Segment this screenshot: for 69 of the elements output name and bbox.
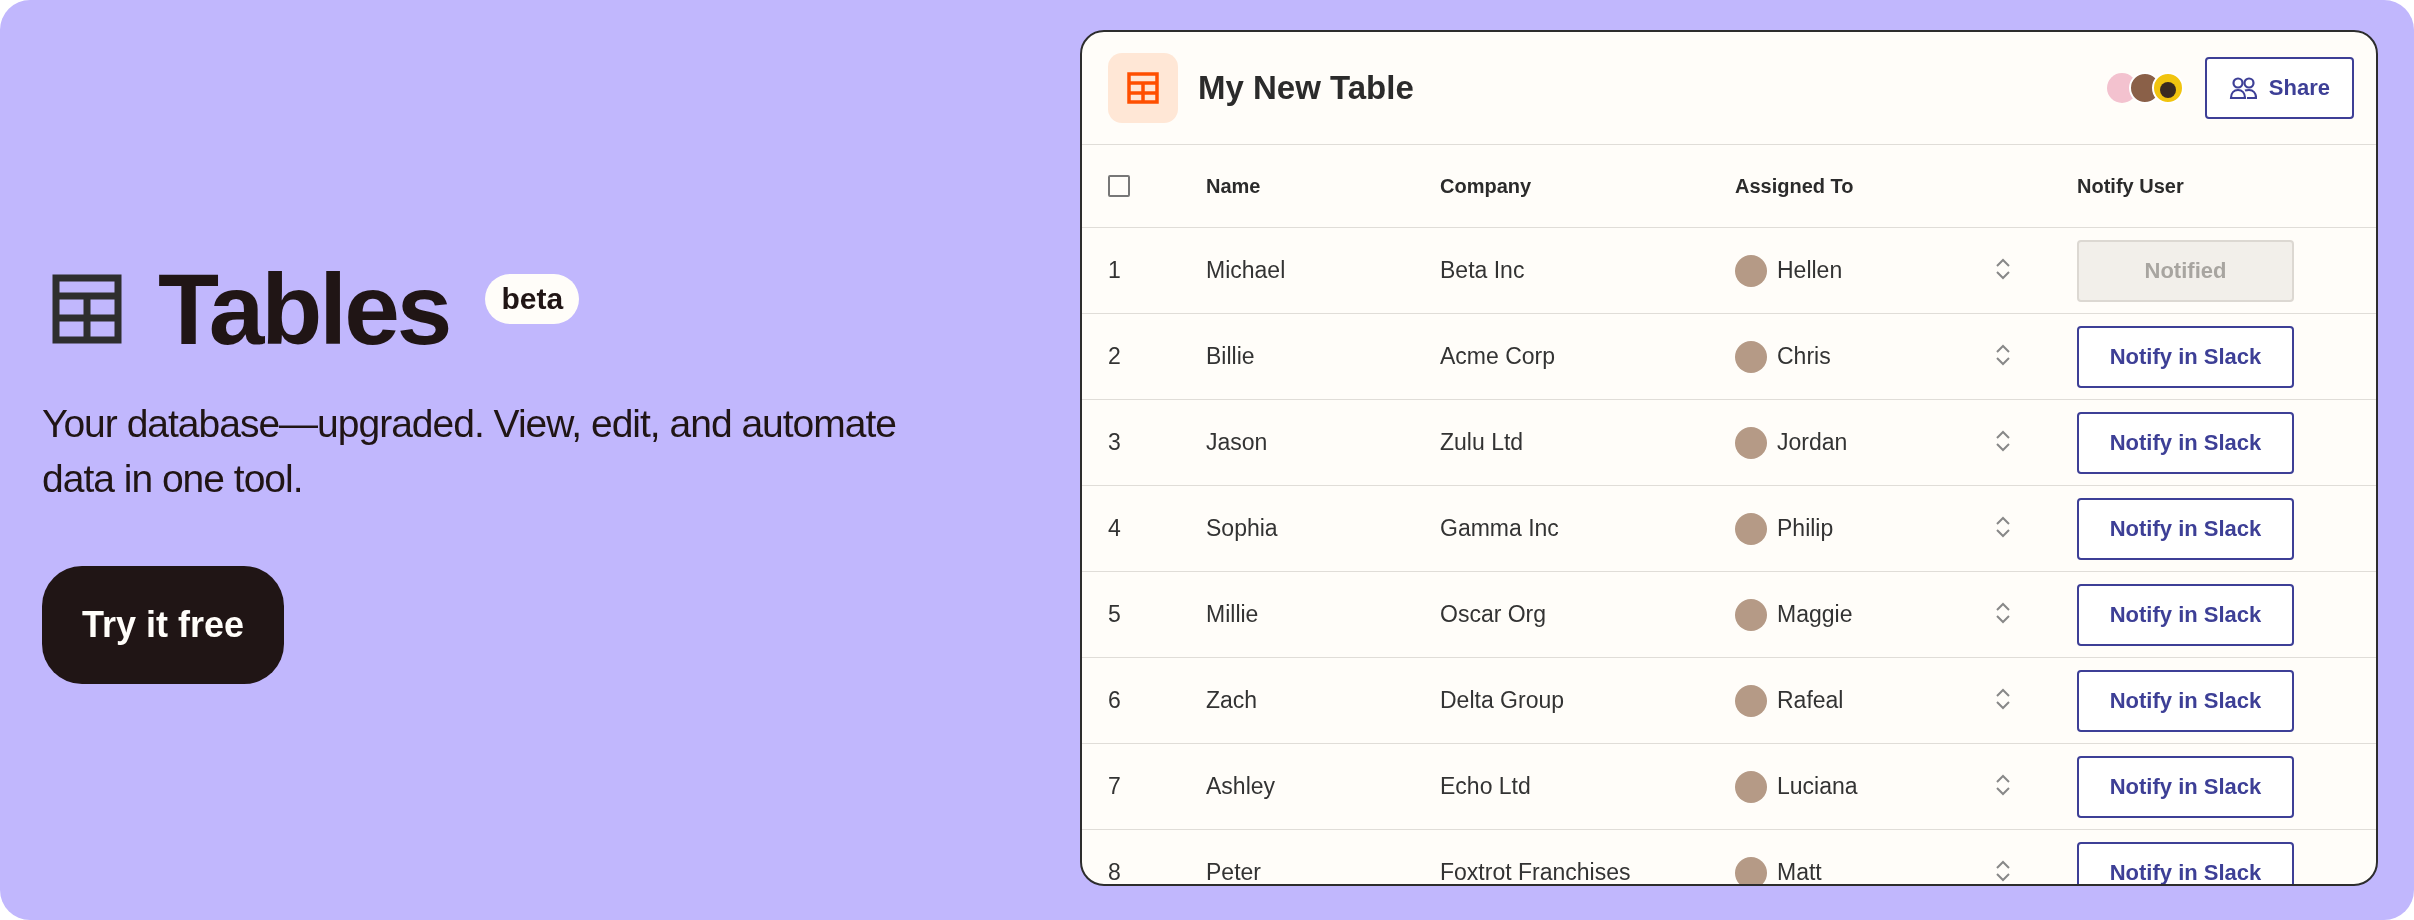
table-cell: Delta Group bbox=[1440, 687, 1564, 713]
table-cell: Beta Inc bbox=[1440, 257, 1525, 283]
table-cell: Matt bbox=[1777, 859, 1822, 884]
avatar-icon bbox=[1735, 770, 1767, 803]
beta-badge: beta bbox=[485, 273, 580, 324]
notify-button[interactable]: Notify in Slack bbox=[2077, 669, 2294, 732]
table-cell: Philip bbox=[1777, 515, 1834, 542]
row-number: 4 bbox=[1108, 515, 1121, 541]
notify-button[interactable]: Notify in Slack bbox=[2077, 583, 2294, 646]
sort-chevrons-icon[interactable] bbox=[1995, 686, 2011, 711]
column-header: Notify User bbox=[2077, 174, 2184, 197]
column-header: Assigned To bbox=[1735, 174, 1854, 198]
table-cell: Rafeal bbox=[1777, 687, 1844, 714]
avatar-icon bbox=[1735, 512, 1767, 545]
table-cell: Jordan bbox=[1777, 429, 1848, 456]
row-number: 6 bbox=[1108, 687, 1121, 713]
table-cell: Maggie bbox=[1777, 601, 1853, 628]
tagline: Your database—upgraded. View, edit, and automate data in one tool. bbox=[42, 400, 897, 502]
table-cell: Hellen bbox=[1777, 257, 1843, 284]
row-number: 2 bbox=[1108, 343, 1121, 369]
people-icon bbox=[2228, 76, 2257, 100]
row-number: 8 bbox=[1108, 859, 1121, 884]
table-cell: Zach bbox=[1206, 687, 1258, 713]
notify-button[interactable]: Notify in Slack bbox=[2077, 841, 2294, 884]
table-cell: Oscar Org bbox=[1440, 601, 1547, 627]
table-cell: Zulu Ltd bbox=[1440, 429, 1524, 455]
sort-chevrons-icon[interactable] bbox=[1995, 342, 2011, 367]
table-cell: Sophia bbox=[1206, 515, 1278, 541]
notify-button[interactable]: Notify in Slack bbox=[2077, 755, 2294, 818]
row-number: 5 bbox=[1108, 601, 1121, 627]
table-cell: Luciana bbox=[1777, 773, 1858, 800]
notify-button[interactable]: Notify in Slack bbox=[2077, 325, 2294, 388]
table-cell: Jason bbox=[1206, 429, 1268, 455]
table-cell: Millie bbox=[1206, 601, 1259, 627]
avatar-icon bbox=[1735, 598, 1767, 631]
table-icon bbox=[1108, 53, 1178, 123]
product-title: Tables bbox=[158, 251, 450, 367]
sort-chevrons-icon[interactable] bbox=[1995, 858, 2011, 883]
sort-chevrons-icon[interactable] bbox=[1995, 428, 2011, 453]
table-title: My New Table bbox=[1198, 69, 1414, 107]
row-number: 3 bbox=[1108, 429, 1121, 455]
sort-chevrons-icon[interactable] bbox=[1995, 772, 2011, 797]
table-icon bbox=[52, 274, 122, 345]
notify-button[interactable]: Notify in Slack bbox=[2077, 497, 2294, 560]
table-cell: Foxtrot Franchises bbox=[1440, 859, 1631, 884]
avatar-icon bbox=[1735, 254, 1767, 287]
table-cell: Michael bbox=[1206, 257, 1286, 283]
column-header: Name bbox=[1206, 174, 1261, 197]
column-header: Company bbox=[1440, 174, 1532, 197]
avatar-icon bbox=[1735, 426, 1767, 459]
table-cell: Chris bbox=[1777, 343, 1831, 370]
sort-chevrons-icon[interactable] bbox=[1995, 256, 2011, 281]
table-cell: Peter bbox=[1206, 859, 1261, 884]
select-all-checkbox[interactable] bbox=[1108, 175, 1130, 197]
table-cell: Gamma Inc bbox=[1440, 515, 1559, 541]
share-button[interactable]: Share bbox=[2204, 57, 2354, 119]
table-cell: Echo Ltd bbox=[1440, 773, 1531, 799]
table-cell: Ashley bbox=[1206, 773, 1276, 799]
avatar-icon bbox=[1735, 684, 1767, 717]
row-number: 7 bbox=[1108, 773, 1121, 799]
row-number: 1 bbox=[1108, 257, 1121, 283]
avatar-icon bbox=[1735, 340, 1767, 373]
table-cell: Billie bbox=[1206, 343, 1255, 369]
avatar-icon bbox=[1735, 856, 1767, 884]
table-cell: Acme Corp bbox=[1440, 343, 1556, 369]
notify-button[interactable]: Notify in Slack bbox=[2077, 411, 2294, 474]
sort-chevrons-icon[interactable] bbox=[1995, 514, 2011, 539]
try-free-button[interactable]: Try it free bbox=[42, 566, 285, 685]
sort-chevrons-icon[interactable] bbox=[1995, 600, 2011, 625]
